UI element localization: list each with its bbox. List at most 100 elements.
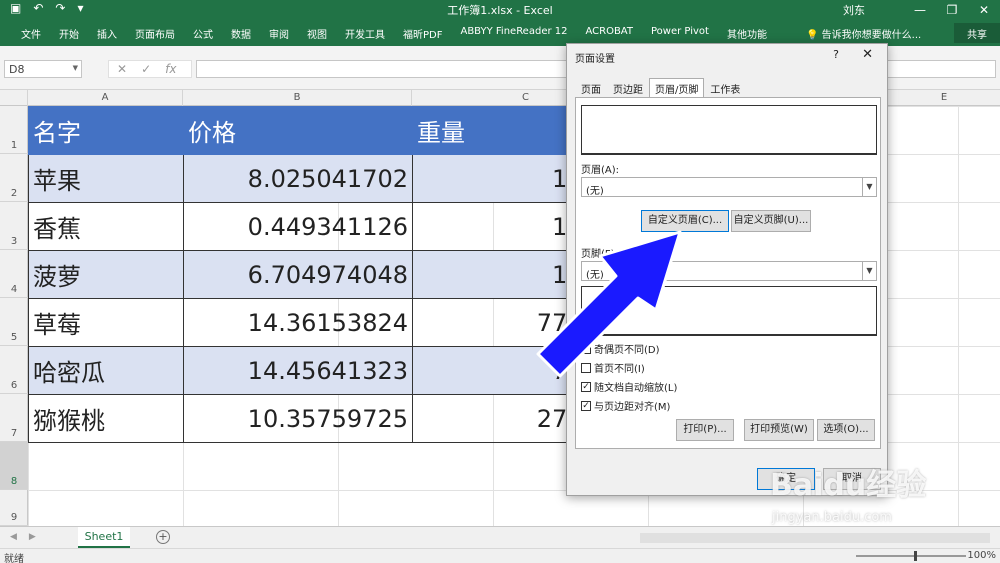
name-box-value: D8 xyxy=(9,63,25,76)
dialog-tabs: 页面 页边距 页眉/页脚 工作表 xyxy=(575,78,746,99)
status-bar: 就绪 100% xyxy=(0,548,1000,563)
ribbon-tab[interactable]: 福昕PDF xyxy=(394,26,451,41)
options-button[interactable]: 选项(O)... xyxy=(817,419,875,441)
checkbox-checked[interactable]: ✓ xyxy=(581,381,591,392)
insert-function-icon[interactable]: fx xyxy=(165,62,176,76)
row-header[interactable]: 6 xyxy=(0,346,28,394)
table-cell[interactable]: 菠萝 xyxy=(28,250,184,299)
status-ready: 就绪 xyxy=(4,554,24,563)
ribbon-tab[interactable]: ABBYY FineReader 12 xyxy=(451,26,576,41)
ribbon-tab[interactable]: 文件 xyxy=(12,26,50,41)
data-table: 名字价格重量苹果8.025041702140.45香蕉0.44934112613… xyxy=(28,106,641,443)
share-button[interactable]: 共享 xyxy=(954,23,1000,43)
checkbox-box[interactable] xyxy=(581,343,591,354)
share-label: 共享 xyxy=(967,29,987,41)
dialog-close-button[interactable]: ✕ xyxy=(862,47,873,62)
zoom-level[interactable]: 100% xyxy=(967,550,996,561)
ribbon-tab[interactable]: 插入 xyxy=(88,26,126,41)
ribbon-tab[interactable]: 视图 xyxy=(298,26,336,41)
checkbox-label: 随文档自动缩放(L) xyxy=(594,383,678,394)
chevron-down-icon[interactable]: ▼ xyxy=(862,262,876,280)
table-cell[interactable]: 8.025041702 xyxy=(183,154,413,203)
checkbox-first-page[interactable]: 首页不同(I) xyxy=(581,360,645,375)
ribbon-tab[interactable]: 开发工具 xyxy=(336,26,394,41)
tab-header-footer[interactable]: 页眉/页脚 xyxy=(649,78,705,99)
tab-margins[interactable]: 页边距 xyxy=(607,78,649,99)
table-row: 猕猴桃10.3575972527.6375 xyxy=(28,394,641,443)
table-cell[interactable]: 草莓 xyxy=(28,298,184,347)
row-header[interactable]: 4 xyxy=(0,250,28,298)
watermark-brand: Baidu经验 xyxy=(770,468,927,503)
ribbon-tab[interactable]: Power Pivot xyxy=(642,26,718,41)
select-all-corner[interactable] xyxy=(0,90,28,106)
watermark-url: jingyan.baidu.com xyxy=(772,510,892,525)
row-header[interactable]: 9 xyxy=(0,490,28,526)
formula-buttons: ✕ ✓ fx xyxy=(108,60,192,78)
ribbon-tab[interactable]: 开始 xyxy=(50,26,88,41)
print-preview-button[interactable]: 打印预览(W) xyxy=(744,419,814,441)
table-cell[interactable]: 14.36153824 xyxy=(183,298,413,347)
table-cell[interactable]: 14.45641323 xyxy=(183,346,413,395)
ribbon-tab[interactable]: 审阅 xyxy=(260,26,298,41)
custom-footer-button[interactable]: 自定义页脚(U)... xyxy=(731,210,811,232)
row-header[interactable]: 5 xyxy=(0,298,28,346)
checkbox-odd-even[interactable]: 奇偶页不同(D) xyxy=(581,341,660,356)
help-button[interactable]: ? xyxy=(833,48,839,61)
cancel-entry-icon[interactable]: ✕ xyxy=(117,62,127,76)
table-cell[interactable]: 10.35759725 xyxy=(183,394,413,443)
next-sheet-icon[interactable]: ▶ xyxy=(29,532,36,542)
column-header-b[interactable]: B xyxy=(183,90,412,106)
checkbox-align-margins[interactable]: ✓ 与页边距对齐(M) xyxy=(581,398,670,413)
zoom-slider-handle[interactable] xyxy=(914,551,917,561)
row-header[interactable]: 7 xyxy=(0,394,28,442)
ribbon-tab[interactable]: 数据 xyxy=(222,26,260,41)
custom-header-button[interactable]: 自定义页眉(C)... xyxy=(641,210,729,232)
checkbox-scale-with-document[interactable]: ✓ 随文档自动缩放(L) xyxy=(581,379,677,394)
sheet-nav: ◀ ▶ xyxy=(10,532,36,542)
ribbon-tab[interactable]: 其他功能 xyxy=(718,26,776,41)
close-window-button[interactable]: ✕ xyxy=(968,0,1000,20)
print-button[interactable]: 打印(P)... xyxy=(676,419,734,441)
row-header-active[interactable]: 8 xyxy=(0,442,28,490)
table-cell[interactable]: 6.704974048 xyxy=(183,250,413,299)
header-select[interactable]: (无) ▼ xyxy=(581,177,877,197)
checkbox-label: 首页不同(I) xyxy=(594,364,645,375)
add-sheet-button[interactable]: + xyxy=(156,530,170,544)
ribbon-tab[interactable]: 公式 xyxy=(184,26,222,41)
table-cell[interactable]: 名字 xyxy=(28,106,184,155)
table-cell[interactable]: 0.449341126 xyxy=(183,202,413,251)
prev-sheet-icon[interactable]: ◀ xyxy=(10,532,17,542)
user-name[interactable]: 刘东 xyxy=(843,2,865,18)
footer-select-value: (无) xyxy=(586,270,604,281)
checkbox-label: 与页边距对齐(M) xyxy=(594,402,671,413)
column-header-e[interactable]: E xyxy=(888,90,1000,106)
row-header[interactable]: 3 xyxy=(0,202,28,250)
column-header-a[interactable]: A xyxy=(28,90,183,106)
tab-sheet[interactable]: 工作表 xyxy=(704,78,746,99)
tab-page[interactable]: 页面 xyxy=(575,78,607,99)
footer-select[interactable]: (无) ▼ xyxy=(581,261,877,281)
zoom-slider[interactable] xyxy=(856,555,966,557)
checkbox-label: 奇偶页不同(D) xyxy=(594,345,660,356)
enter-entry-icon[interactable]: ✓ xyxy=(141,62,151,76)
chevron-down-icon[interactable]: ▼ xyxy=(73,64,78,72)
table-cell[interactable]: 价格 xyxy=(183,106,413,155)
restore-button[interactable]: ❐ xyxy=(936,0,968,20)
sheet-tab-sheet1[interactable]: Sheet1 xyxy=(78,527,130,548)
checkbox-box[interactable] xyxy=(581,362,591,373)
minimize-button[interactable]: — xyxy=(904,0,936,20)
footer-label: 页脚(F): xyxy=(581,249,618,260)
chevron-down-icon[interactable]: ▼ xyxy=(862,178,876,196)
table-cell[interactable]: 猕猴桃 xyxy=(28,394,184,443)
ribbon-tab[interactable]: ACROBAT xyxy=(576,26,642,41)
checkbox-checked[interactable]: ✓ xyxy=(581,400,591,411)
row-header[interactable]: 1 xyxy=(0,106,28,154)
table-cell[interactable]: 苹果 xyxy=(28,154,184,203)
table-cell[interactable]: 香蕉 xyxy=(28,202,184,251)
baidu-watermark: Baidu经验 jingyan.baidu.com xyxy=(760,458,960,538)
tell-me-search[interactable]: 💡 告诉我你想要做什么... xyxy=(806,26,921,41)
row-header[interactable]: 2 xyxy=(0,154,28,202)
table-cell[interactable]: 哈密瓜 xyxy=(28,346,184,395)
name-box[interactable]: D8 ▼ xyxy=(4,60,82,78)
ribbon-tab[interactable]: 页面布局 xyxy=(126,26,184,41)
